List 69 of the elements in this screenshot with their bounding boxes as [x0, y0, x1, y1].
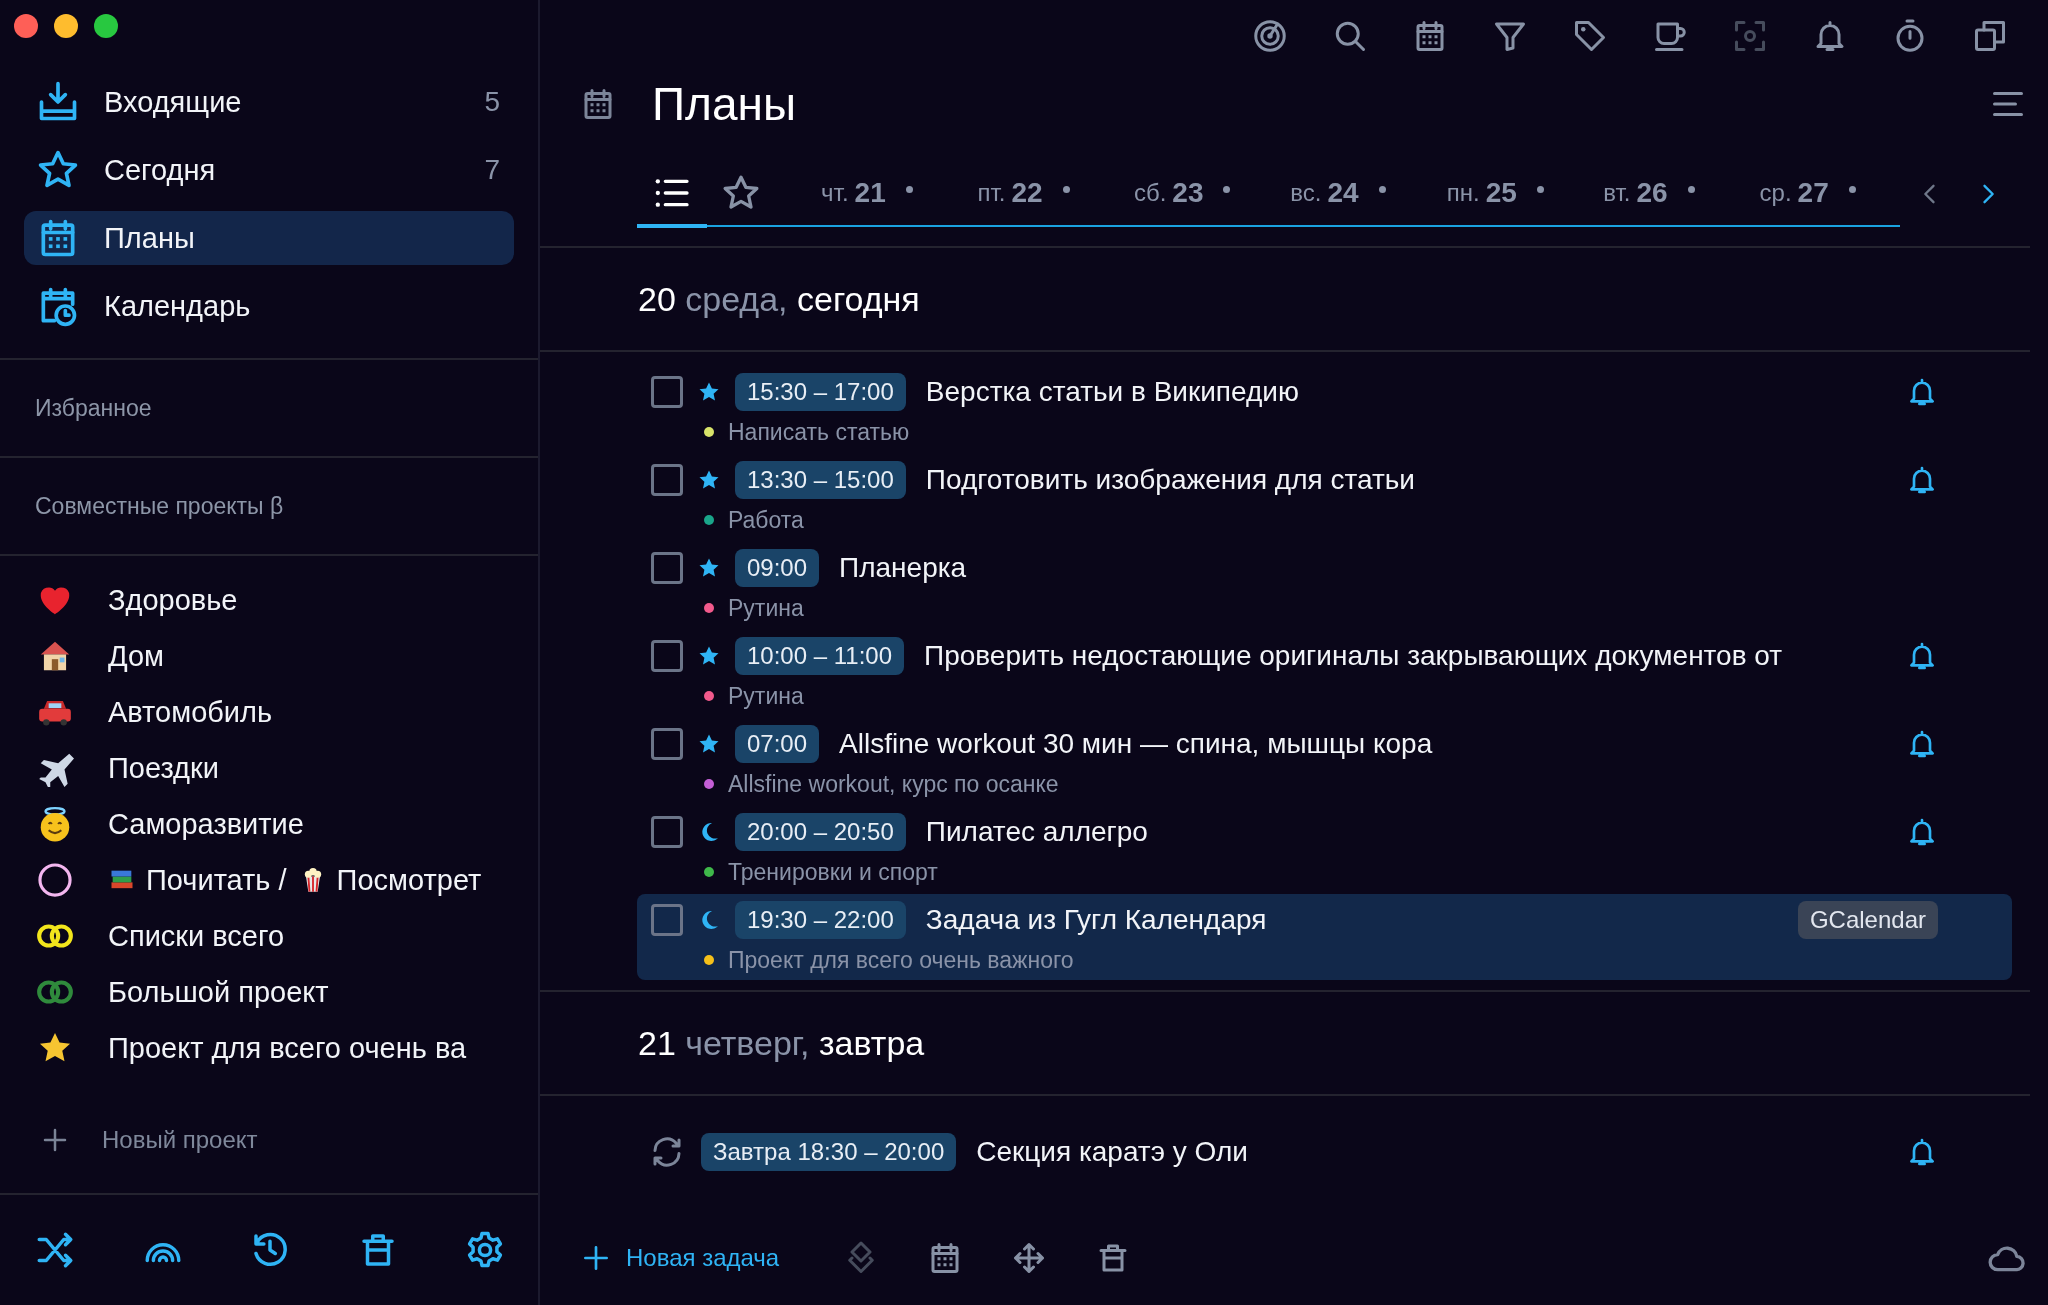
task-title[interactable]: Allsfine workout 30 мин — спина, мышцы кора — [839, 728, 1894, 760]
project-label: Работа — [728, 506, 804, 534]
task-title[interactable]: Подготовить изображения для статьи — [925, 464, 1894, 496]
page-title: Планы — [652, 77, 797, 131]
task-title[interactable]: Проверить недостающие оригиналы закрывающих документов от — [924, 640, 1894, 672]
project-name[interactable]: Посмотрет — [336, 863, 482, 897]
tag-icon[interactable] — [1572, 18, 1608, 54]
shuffle-icon[interactable] — [34, 1229, 76, 1271]
project-label: Рутина — [728, 594, 804, 622]
section-header[interactable]: Совместные проекты β — [35, 492, 284, 520]
time-badge: 20:00 – 20:50 — [735, 813, 906, 851]
time-badge: 19:30 – 22:00 — [735, 901, 906, 939]
checkbox[interactable] — [651, 552, 683, 584]
task-title[interactable]: Секция каратэ у Оли — [976, 1136, 1894, 1168]
project-name[interactable]: Автомобиль — [108, 695, 273, 729]
nav-item[interactable]: Сегодня 7 — [24, 143, 514, 197]
project-name[interactable]: Дом — [108, 639, 165, 673]
time-badge: 15:30 – 17:00 — [735, 373, 906, 411]
nav-item[interactable]: Календарь — [24, 279, 514, 333]
project-name[interactable]: Саморазвитие — [108, 807, 304, 841]
task-title[interactable]: Задача из Гугл Календаря — [925, 904, 1798, 936]
time-badge: 09:00 — [735, 549, 820, 587]
time-badge: 13:30 – 15:00 — [735, 461, 906, 499]
task-title[interactable]: Верстка статьи в Википедию — [925, 376, 1894, 408]
new-project-link[interactable]: Новый проект — [102, 1126, 258, 1154]
project-name[interactable]: Проект для всего очень ва — [108, 1031, 467, 1065]
count-label: 5 — [484, 86, 500, 118]
checkbox[interactable] — [651, 904, 683, 936]
checkbox[interactable] — [651, 728, 683, 760]
selected-task-row[interactable]: 19:30 – 22:00 Задача из Гугл Календаря GCalendar Проект для всего очень важного — [637, 894, 2012, 980]
day-tab[interactable]: вт. 26 — [1587, 161, 1744, 228]
date-heading: 21 четверг, завтра — [638, 1023, 925, 1063]
day-tab[interactable]: вс. 24 — [1274, 161, 1431, 228]
nav-item[interactable]: Входящие 5 — [24, 75, 514, 129]
new-task-button[interactable]: Новая задача — [580, 1241, 780, 1274]
day-tab[interactable]: ср. 27 — [1743, 161, 1900, 228]
day-tab[interactable]: пн. 25 — [1430, 161, 1588, 228]
checkbox[interactable] — [651, 816, 683, 848]
project-label: Написать статью — [728, 418, 910, 446]
section-header[interactable]: Избранное — [35, 394, 152, 422]
count-label: 7 — [484, 154, 500, 186]
checkbox[interactable] — [651, 464, 683, 496]
project-label: Тренировки и спорт — [728, 858, 938, 886]
time-badge: Завтра 18:30 – 20:00 — [701, 1133, 957, 1171]
checkbox[interactable] — [651, 376, 683, 408]
project-name[interactable]: Здоровье — [108, 583, 238, 617]
task-title[interactable]: Пилатес аллегро — [925, 816, 1894, 848]
project-label: Allsfine workout, курс по осанке — [728, 770, 1059, 798]
window-minimize-button[interactable] — [54, 14, 78, 38]
copy-icon[interactable] — [1972, 18, 2008, 54]
day-tab[interactable]: чт. 21 — [805, 161, 962, 228]
project-label: Проект для всего очень важного — [728, 946, 1074, 974]
time-badge: 10:00 – 11:00 — [735, 637, 905, 675]
time-badge: 07:00 — [735, 725, 820, 763]
tag-label: GCalendar — [1797, 901, 1938, 939]
radar-icon[interactable] — [1252, 18, 1288, 54]
nav-item[interactable]: Планы — [24, 211, 514, 265]
project-name[interactable]: Большой проект — [108, 975, 329, 1009]
day-tab[interactable]: пт. 22 — [961, 161, 1118, 228]
project-name[interactable]: Списки всего — [108, 919, 285, 953]
window-zoom-button[interactable] — [94, 14, 118, 38]
window-close-button[interactable] — [14, 14, 38, 38]
project-name[interactable]: Почитать / — [146, 863, 287, 897]
day-tab[interactable]: сб. 23 — [1117, 161, 1275, 228]
task-title[interactable]: Планерка — [839, 552, 1938, 584]
date-heading: 20 среда, сегодня — [638, 279, 920, 319]
checkbox[interactable] — [651, 640, 683, 672]
project-label: Рутина — [728, 682, 804, 710]
project-name[interactable]: Поездки — [108, 751, 219, 785]
